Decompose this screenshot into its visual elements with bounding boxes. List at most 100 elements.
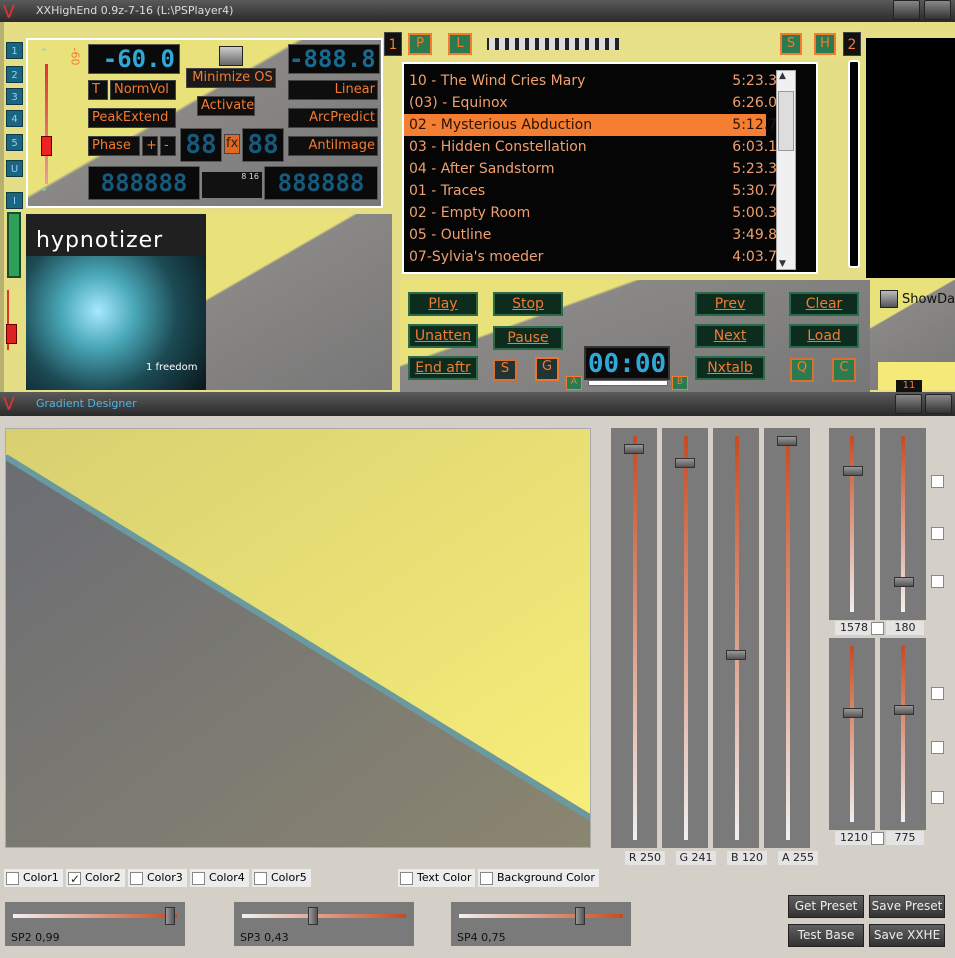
side-number-button[interactable]: 4 [6,110,23,127]
option-checkbox-5[interactable] [931,740,944,754]
small-slider-thumb[interactable] [843,708,863,718]
clear-button[interactable]: Clear [789,292,859,316]
volume-thumb[interactable] [41,136,52,156]
side-slider-thumb[interactable] [6,324,17,344]
unatten-button[interactable]: Unatten [408,324,478,348]
next-button[interactable]: Next [695,324,765,348]
minimize-window-button[interactable] [893,0,920,20]
sp-slider-thumb[interactable] [165,907,176,925]
minimize-os-icon[interactable] [219,46,243,66]
background-color-checkbox[interactable]: Background Color [478,869,599,887]
linear-button[interactable]: Linear [288,80,378,100]
prev-button[interactable]: Prev [695,292,765,316]
option-checkbox-3[interactable] [931,574,944,588]
h-button[interactable]: H [814,33,836,55]
q-button[interactable]: Q [790,358,814,382]
showda-checkbox-icon[interactable] [880,290,898,308]
color-checkbox[interactable]: Color5 [252,869,311,887]
stop-button[interactable]: Stop [493,292,563,316]
playlist[interactable]: 10 - The Wind Cries Mary 5:23.33 (03) - Eq… [402,62,818,274]
pause-button[interactable]: Pause [493,326,563,350]
playlist-row[interactable]: 02 - Mysterious Abduction 5:12.70 [404,114,786,136]
designer-minimize-button[interactable] [895,394,922,414]
option-checkbox-6[interactable] [931,790,944,804]
small-slider-checkbox[interactable] [871,622,884,635]
b-button[interactable]: B [672,376,688,390]
scroll-down-icon[interactable]: ▼ [779,259,786,269]
rgba-slider-thumb[interactable] [675,458,695,469]
get-preset-button[interactable]: Get Preset [788,895,864,918]
playlist-row[interactable]: 10 - The Wind Cries Mary 5:23.33 [404,70,816,92]
side-number-button[interactable]: 2 [6,66,23,83]
side-number-button[interactable]: 5 [6,134,23,151]
rgba-slider-thumb[interactable] [624,443,644,454]
s-top-button[interactable]: S [780,33,802,55]
sp-slider[interactable]: SP3 0,43 [234,902,414,946]
playlist-row[interactable]: 03 - Hidden Constellation 6:03.14 [404,136,816,158]
l-button[interactable]: L [448,33,472,55]
fx-button[interactable]: fx [224,134,240,154]
side-number-button[interactable]: U [6,160,23,177]
sp-slider-track[interactable] [13,914,177,918]
text-color-checkbox[interactable]: Text Color [398,869,476,887]
phase-button[interactable]: Phase [88,136,140,156]
phase-plus-button[interactable]: + [142,136,158,156]
small-slider-checkbox[interactable] [871,832,884,845]
chevron-down-icon[interactable]: ⌄ [39,180,49,194]
color-checkbox-box[interactable] [6,871,19,885]
load-button[interactable]: Load [789,324,859,348]
playlist-row[interactable]: 01 - Traces 5:30.76 [404,180,816,202]
minimize-os-button[interactable]: Minimize OS [186,68,276,88]
rgba-slider-track[interactable] [735,436,739,840]
time-slider[interactable] [588,380,668,386]
option-checkbox-2[interactable] [931,526,944,540]
small-slider-thumb[interactable] [894,705,914,715]
end-after-button[interactable]: End aftr [408,356,478,380]
background-color-box[interactable] [480,871,493,885]
designer-close-button[interactable] [925,394,952,414]
playlist-row[interactable]: 05 - Outline 3:49.89 [404,224,816,246]
rgba-slider-track[interactable] [684,436,688,840]
color-checkbox-box[interactable] [192,871,205,885]
panel-one-button[interactable]: 1 [384,32,402,56]
scroll-up-icon[interactable]: ▲ [779,71,786,81]
side-number-button[interactable]: I [6,192,23,209]
small-slider-track[interactable] [901,646,905,822]
option-checkbox-4[interactable] [931,686,944,700]
small-slider-track[interactable] [850,646,854,822]
a-button[interactable]: A [566,376,582,390]
sp-slider[interactable]: SP2 0,99 [5,902,185,946]
t-button[interactable]: T [88,80,108,100]
sp-slider-thumb[interactable] [308,907,319,925]
rgba-slider-track[interactable] [633,436,637,840]
s-button[interactable]: S [493,359,517,381]
color-checkbox[interactable]: Color4 [190,869,249,887]
vertical-slider[interactable] [848,60,860,268]
small-slider-thumb[interactable] [843,466,863,476]
volume-slider[interactable]: ⌃ ⌄ [32,44,62,202]
rgba-slider-track[interactable] [786,436,790,840]
arcpredict-button[interactable]: ArcPredict [288,108,378,128]
playlist-scrollbar[interactable]: ▲ ▼ [776,70,796,270]
c-button[interactable]: C [832,358,856,382]
designer-titlebar[interactable]: ⋁ Gradient Designer [0,392,955,416]
phase-minus-button[interactable]: - [160,136,176,156]
playlist-row[interactable]: 02 - Empty Room 5:00.33 [404,202,816,224]
playlist-row[interactable]: (03) - Equinox 6:26.02 [404,92,816,114]
save-xxhe-button[interactable]: Save XXHE [869,924,945,947]
player-titlebar[interactable]: ⋁ XXHighEnd 0.9z-7-16 (L:\PSPlayer4) [0,0,955,22]
rgba-slider-thumb[interactable] [726,649,746,660]
close-window-button[interactable] [924,0,951,20]
play-button[interactable]: Play [408,292,478,316]
peakextend-button[interactable]: PeakExtend [88,108,176,128]
panel-two-button[interactable]: 2 [843,32,861,56]
scroll-thumb[interactable] [778,91,794,151]
option-checkbox-1[interactable] [931,474,944,488]
side-number-button[interactable]: 3 [6,88,23,105]
sp-slider-track[interactable] [242,914,406,918]
normvol-button[interactable]: NormVol [110,80,176,100]
chevron-up-icon[interactable]: ⌃ [39,46,49,60]
color-checkbox[interactable]: Color1 [4,869,63,887]
p-button[interactable]: P [408,33,432,55]
sp-slider-track[interactable] [459,914,623,918]
